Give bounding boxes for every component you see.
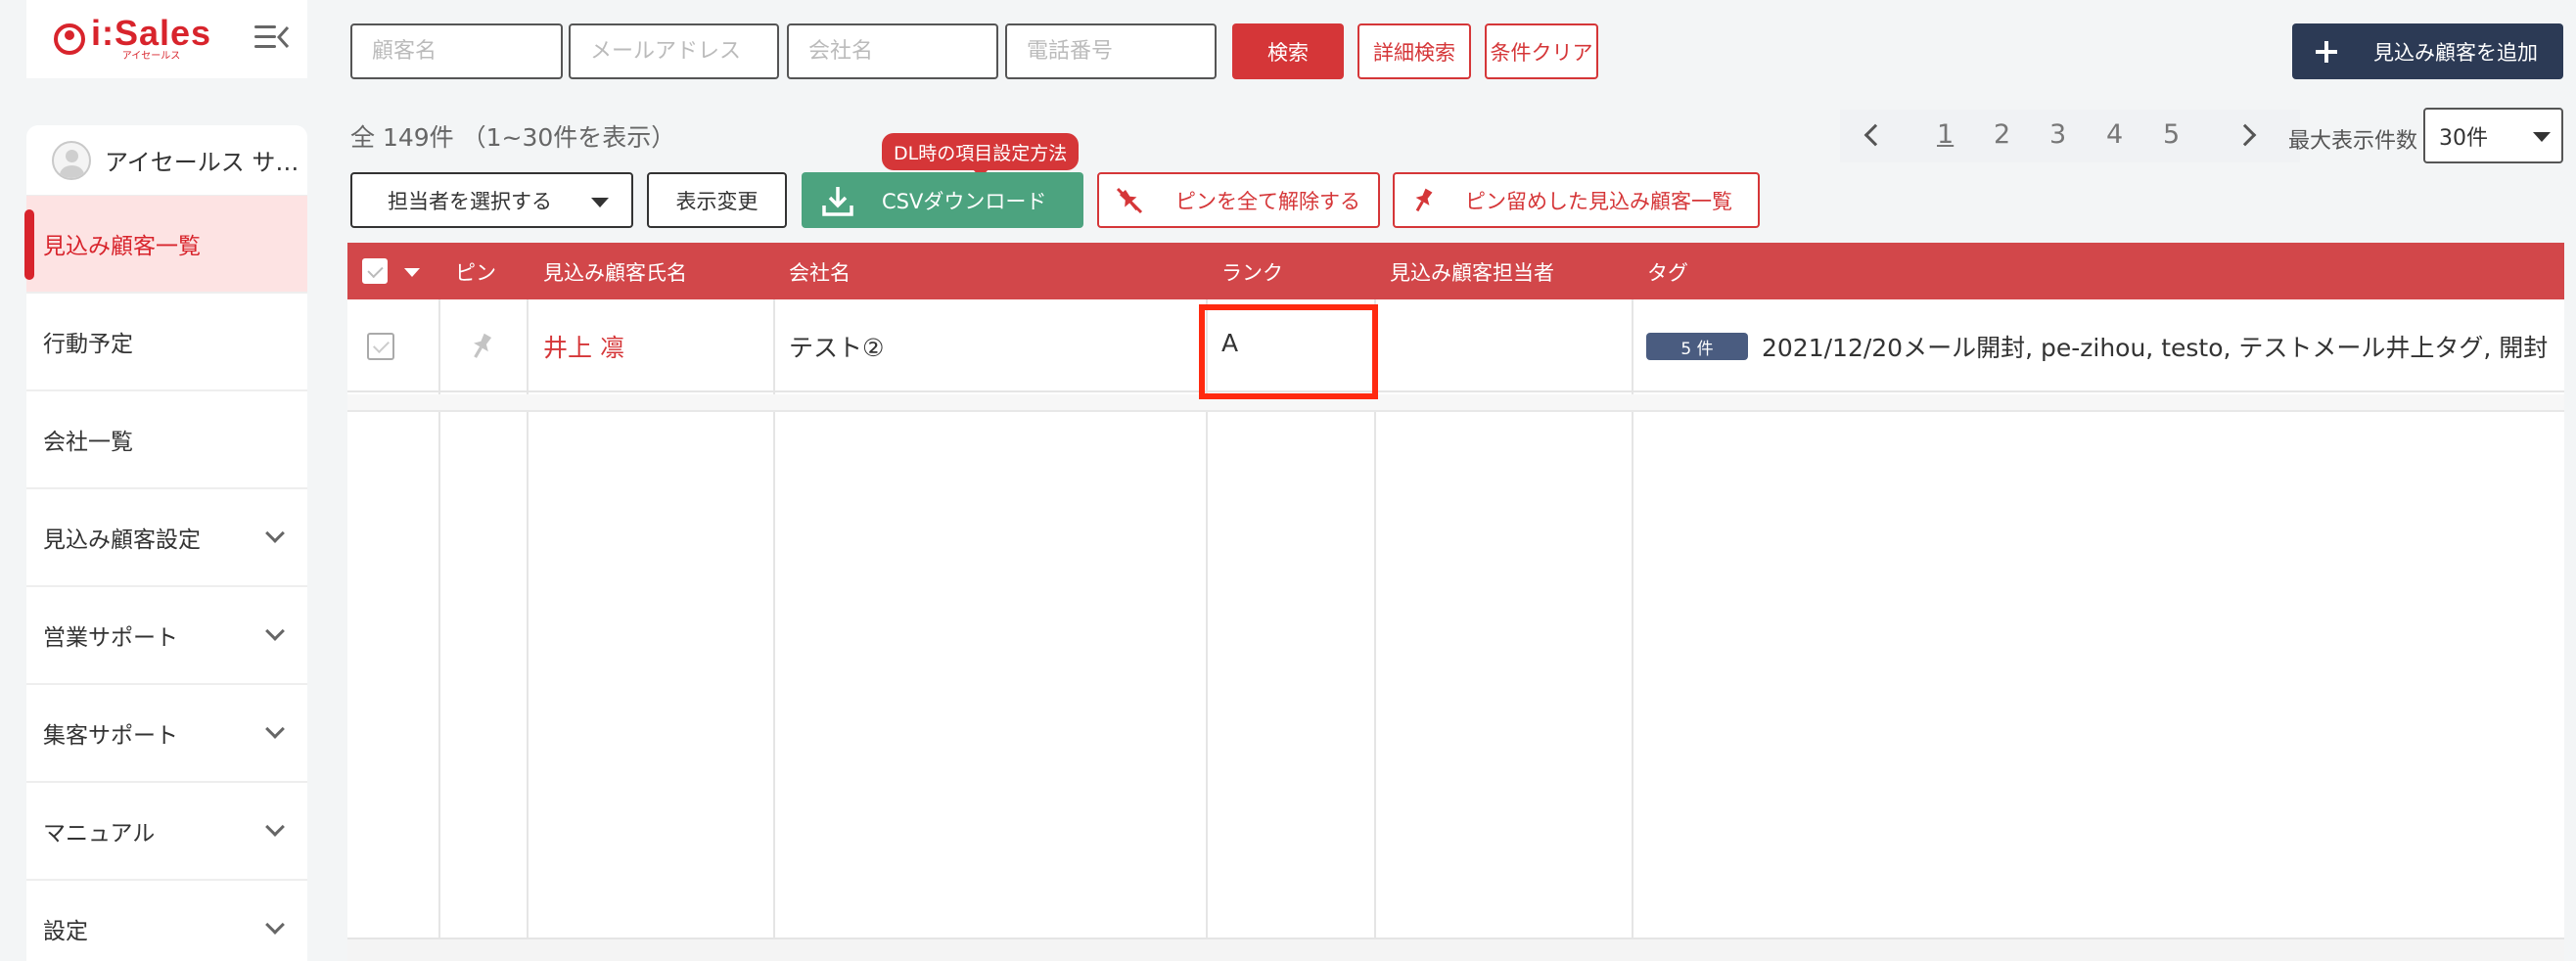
prospect-table: ピン 見込み顧客氏名 会社名 ランク 見込み顧客担当者 タグ 井上 凛 テスト②… [347, 243, 2564, 961]
csv-download-label: CSVダウンロード [882, 189, 1047, 213]
page-2[interactable]: 2 [1994, 119, 2010, 150]
user-menu[interactable]: アイセールス サ… [26, 125, 307, 196]
header-rank[interactable]: ランク [1221, 257, 1283, 287]
csv-download-button[interactable]: CSVダウンロード [802, 172, 1083, 228]
rank-cell-highlight [1199, 304, 1378, 399]
download-icon [822, 186, 853, 216]
sidebar: アイセールス サ… 見込み顧客一覧 行動予定 会社一覧 見込み顧客設定 営業サポ… [24, 125, 307, 961]
sidebar-item-prospect-settings[interactable]: 見込み顧客設定 [26, 489, 307, 587]
clear-conditions-button[interactable]: 条件クリア [1485, 23, 1598, 79]
phone-input[interactable] [1005, 23, 1217, 79]
brand-subtitle: アイセールス [121, 51, 181, 62]
chevron-down-icon [265, 817, 285, 837]
header-company[interactable]: 会社名 [789, 257, 851, 287]
add-prospect-label: 見込み顧客を追加 [2373, 40, 2538, 65]
max-display-value: 30件 [2439, 125, 2488, 151]
page-1[interactable]: 1 [1937, 119, 1954, 150]
sidebar-item-action-schedule[interactable]: 行動予定 [26, 294, 307, 391]
customer-name-input[interactable] [350, 23, 563, 79]
max-display-select[interactable]: 30件 [2423, 108, 2563, 163]
brand-logo[interactable]: i:Sales アイセールス [54, 16, 211, 63]
sidebar-item-label: 営業サポート [43, 625, 178, 651]
sidebar-item-manual[interactable]: マニュアル [26, 783, 307, 881]
sidebar-item-label: 行動予定 [43, 332, 133, 357]
view-change-button[interactable]: 表示変更 [647, 172, 787, 228]
pagination: 1 2 3 4 5 [1840, 110, 2300, 162]
unpin-icon [1116, 187, 1143, 213]
sidebar-item-label: 見込み顧客一覧 [43, 234, 201, 259]
tag-count-badge: 5 件 [1646, 333, 1748, 360]
chevron-down-icon [265, 524, 285, 543]
caret-down-icon [591, 198, 609, 207]
brand-name: i:Sales [91, 13, 212, 53]
csv-help-tooltip[interactable]: DL時の項目設定方法 [882, 133, 1080, 178]
pinned-list-label: ピン留めした見込み顧客一覧 [1465, 189, 1732, 213]
chevron-right-icon[interactable] [2233, 123, 2257, 147]
max-display-label: 最大表示件数 [2288, 129, 2418, 154]
results-count: 全 149件 （1~30件を表示） [350, 123, 676, 152]
add-prospect-button[interactable]: 見込み顧客を追加 [2292, 23, 2563, 79]
sidebar-item-label: マニュアル [43, 821, 156, 847]
sidebar-item-sales-support[interactable]: 営業サポート [26, 587, 307, 685]
sidebar-item-settings[interactable]: 設定 [26, 881, 307, 961]
unpin-all-label: ピンを全て解除する [1175, 189, 1360, 213]
page-3[interactable]: 3 [2049, 119, 2066, 150]
unpin-all-button[interactable]: ピンを全て解除する [1097, 172, 1380, 228]
chevron-down-icon [265, 915, 285, 935]
page-4[interactable]: 4 [2106, 119, 2123, 150]
plus-icon [2316, 40, 2337, 63]
header-owner[interactable]: 見込み顧客担当者 [1390, 257, 1554, 287]
chevron-down-icon [265, 719, 285, 739]
header-name[interactable]: 見込み顧客氏名 [543, 257, 687, 287]
pin-icon[interactable] [466, 331, 497, 362]
chevron-left-icon[interactable] [1863, 123, 1887, 147]
sidebar-item-label: 集客サポート [43, 723, 178, 749]
pinned-list-button[interactable]: ピン留めした見込み顧客一覧 [1393, 172, 1760, 228]
sidebar-item-label: 見込み顧客設定 [43, 527, 201, 553]
header-pin: ピン [455, 261, 496, 285]
advanced-search-button[interactable]: 詳細検索 [1357, 23, 1471, 79]
sidebar-item-marketing-support[interactable]: 集客サポート [26, 685, 307, 783]
user-name: アイセールス サ… [105, 149, 299, 176]
table-footer [347, 938, 2564, 961]
search-button[interactable]: 検索 [1232, 23, 1344, 79]
brand-logo-icon [54, 23, 85, 55]
row-checkbox[interactable] [367, 333, 394, 360]
sidebar-item-company-list[interactable]: 会社一覧 [26, 391, 307, 489]
sidebar-item-prospect-list[interactable]: 見込み顧客一覧 [24, 196, 307, 294]
select-all-checkbox[interactable] [362, 258, 388, 284]
company-name-input[interactable] [787, 23, 998, 79]
prospect-name-link[interactable]: 井上 凛 [543, 329, 624, 364]
sidebar-item-label: 設定 [43, 919, 88, 944]
assignee-select[interactable]: 担当者を選択する [350, 172, 633, 228]
sidebar-item-label: 会社一覧 [43, 430, 133, 455]
caret-down-icon [2533, 132, 2551, 142]
caret-down-icon[interactable] [404, 268, 420, 277]
page-5[interactable]: 5 [2163, 119, 2180, 150]
assignee-select-label: 担当者を選択する [388, 189, 552, 213]
company-name-cell: テスト② [789, 334, 885, 362]
tags-cell: 2021/12/20メール開封, pe-zihou, testo, テストメール… [1762, 334, 2549, 362]
header-tags: タグ [1647, 261, 1688, 285]
table-header: ピン 見込み顧客氏名 会社名 ランク 見込み顧客担当者 タグ [347, 243, 2564, 299]
chevron-down-icon [265, 621, 285, 641]
logo-box: i:Sales アイセールス [26, 0, 307, 78]
avatar-icon [52, 140, 91, 180]
table-row[interactable]: 井上 凛 テスト② A 5 件 2021/12/20メール開封, pe-ziho… [347, 299, 2564, 392]
email-input[interactable] [569, 23, 779, 79]
menu-collapse-icon[interactable] [254, 23, 289, 51]
pin-icon [1415, 188, 1433, 211]
